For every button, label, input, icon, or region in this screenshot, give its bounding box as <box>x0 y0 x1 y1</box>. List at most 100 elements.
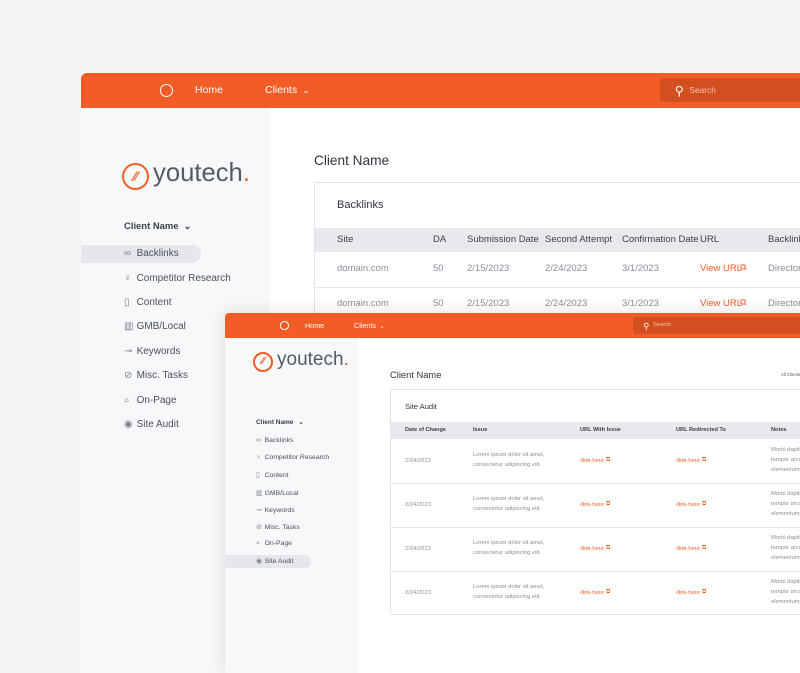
check-circle-icon: ⊘ <box>124 370 133 382</box>
external-link-icon[interactable]: ⧉ <box>702 589 706 596</box>
sidebar-item-gmb-local[interactable]: ▥ GMB/Local <box>124 321 186 332</box>
notes-line: elementum <box>771 511 800 517</box>
external-link-icon[interactable]: ⧉ <box>606 457 610 464</box>
search-placeholder: Search <box>653 322 672 329</box>
column-header: URL Redirected To <box>676 427 726 434</box>
logo-text: youtech. <box>153 159 250 188</box>
url-with-issue-link[interactable]: /link-here <box>580 589 604 599</box>
table-cell: 3/1/2023 <box>622 298 659 309</box>
sidebar-item-site-audit[interactable]: ◉ Site Audit <box>256 557 293 565</box>
sidebar-item-label: Site Audit <box>264 558 294 566</box>
client-selector[interactable]: Client Name ⌄ <box>256 418 304 426</box>
issue-line: Lorem ipsum dolor sit amet, <box>473 584 545 590</box>
url-with-issue-link[interactable]: /link-here <box>580 457 604 467</box>
sidebar-item-content[interactable]: ▯ Content <box>124 297 172 308</box>
table-cell: domain.com <box>337 263 389 274</box>
external-link-icon[interactable]: ⧉ <box>606 545 610 552</box>
nav-clients-dropdown[interactable]: Clients ⌄ <box>265 84 309 96</box>
table-row: domain.com 50 2/15/2023 2/24/2023 3/1/2023 Vi… <box>315 252 800 287</box>
external-link-icon[interactable]: ⧉ <box>740 297 746 308</box>
sidebar-item-site-audit[interactable]: ◉ Site Audit <box>124 419 179 430</box>
building-icon: ▥ <box>256 489 263 497</box>
url-redirected-link[interactable]: /link-here <box>676 589 700 599</box>
external-link-icon[interactable]: ⧉ <box>702 545 706 552</box>
sidebar-item-label: Content <box>136 297 172 309</box>
check-circle-icon: ⊘ <box>256 524 262 532</box>
logo-text: youtech. <box>277 349 349 371</box>
table-cell: 50 <box>433 298 444 309</box>
sidebar-item-competitor-research[interactable]: ♀ Competitor Research <box>124 273 231 284</box>
top-nav-bar: Home Clients ⌄ ⚲ Search <box>81 73 800 108</box>
external-link-icon[interactable]: ⧉ <box>702 501 706 508</box>
url-redirected-link[interactable]: /link-here <box>676 545 700 555</box>
trophy-icon: ♀ <box>256 454 262 462</box>
external-link-icon[interactable]: ⧉ <box>606 589 610 596</box>
sidebar-item-label: Content <box>264 472 289 480</box>
sidebar-item-keywords[interactable]: ⊸ Keywords <box>256 506 295 514</box>
date-cell: 2/24/2023 <box>405 546 431 552</box>
search-icon: ⚲ <box>643 320 650 331</box>
issue-line: consectetur adipiscing elit. <box>473 462 541 468</box>
date-cell: 2/24/2023 <box>405 502 431 508</box>
table-cell: 2/24/2023 <box>545 298 588 309</box>
card-title: Site Audit <box>405 402 437 411</box>
logo-wordmark: youtech <box>153 158 243 187</box>
column-header: Site <box>337 234 354 246</box>
view-url-link[interactable]: View URL <box>700 298 742 309</box>
table-row: 2/24/2023 Lorem ipsum dolor sit amet, cons… <box>391 483 800 527</box>
column-header: Backlinks <box>768 234 800 246</box>
search-icon: ⚲ <box>674 84 684 99</box>
external-link-icon[interactable]: ⧉ <box>702 457 706 464</box>
sidebar-item-label: Misc. Tasks <box>136 370 188 382</box>
column-header: URL <box>700 234 720 246</box>
sidebar-item-keywords[interactable]: ⊸ Keywords <box>124 346 180 357</box>
column-header: Issue <box>473 427 488 434</box>
nav-home-link[interactable]: Home <box>305 321 324 330</box>
url-with-issue-link[interactable]: /link-here <box>580 545 604 555</box>
url-redirected-link[interactable]: /link-here <box>676 501 700 511</box>
sidebar-item-on-page[interactable]: ⌕ On-Page <box>256 540 292 548</box>
url-with-issue-link[interactable]: /link-here <box>580 501 604 511</box>
sidebar-item-backlinks[interactable]: ∞ Backlinks <box>256 437 293 444</box>
sidebar-item-misc-tasks[interactable]: ⊘ Misc. Tasks <box>256 523 300 531</box>
external-link-icon[interactable]: ⧉ <box>606 501 610 508</box>
column-header: Date of Change <box>405 427 447 434</box>
client-selector[interactable]: Client Name ⌄ <box>124 221 191 232</box>
all-clients-link[interactable]: All Clients <box>781 372 800 377</box>
client-selector-label: Client Name <box>256 419 294 426</box>
page-title: Client Name <box>314 153 390 168</box>
sidebar-item-backlinks[interactable]: ∞ Backlinks <box>124 248 179 259</box>
column-header: Confirmation Date <box>622 234 699 246</box>
sidebar-item-label: Competitor Research <box>136 272 231 284</box>
notes-line: tempor arcu <box>771 545 800 551</box>
home-logo-icon[interactable] <box>160 84 173 97</box>
trophy-icon: ♀ <box>124 272 132 284</box>
table-row: 2/24/2023 Lorem ipsum dolor sit amet, cons… <box>391 527 800 571</box>
nav-home-link[interactable]: Home <box>195 84 223 96</box>
table-cell: Directory <box>768 263 800 274</box>
sidebar-item-label: Backlinks <box>136 248 179 260</box>
issue-line: Lorem ipsum dolor sit amet, <box>473 540 545 546</box>
nav-clients-dropdown[interactable]: Clients ⌄ <box>354 321 384 330</box>
sidebar: ⁄⁄ youtech. Client Name ⌄ ∞ Backlinks ♀ Competi… <box>225 338 358 673</box>
notes-line: elementum <box>771 599 800 605</box>
home-logo-icon[interactable] <box>280 321 289 330</box>
notes-line: elementum <box>771 555 800 561</box>
issue-line: consectetur adipiscing elit. <box>473 594 541 600</box>
sidebar-item-gmb-local[interactable]: ▥ GMB/Local <box>256 489 298 497</box>
issue-line: consectetur adipiscing elit. <box>473 550 541 556</box>
search-input[interactable]: ⚲ Search <box>660 78 800 102</box>
notes-line: tempor arcu <box>771 457 800 463</box>
table-row: 2/24/2023 Lorem ipsum dolor sit amet, cons… <box>391 571 800 615</box>
search-input[interactable]: ⚲ Search <box>633 317 800 334</box>
sidebar-item-content[interactable]: ▯ Content <box>256 471 289 479</box>
card-title: Backlinks <box>337 199 384 211</box>
sidebar-item-misc-tasks[interactable]: ⊘ Misc. Tasks <box>124 370 188 381</box>
external-link-icon[interactable]: ⧉ <box>740 262 746 273</box>
logo-wordmark: youtech <box>277 349 344 370</box>
url-redirected-link[interactable]: /link-here <box>676 457 700 467</box>
sidebar-item-on-page[interactable]: ⌕ On-Page <box>124 395 177 406</box>
key-icon: ⊸ <box>256 506 262 514</box>
view-url-link[interactable]: View URL <box>700 263 742 274</box>
sidebar-item-competitor-research[interactable]: ♀ Competitor Research <box>256 454 329 461</box>
